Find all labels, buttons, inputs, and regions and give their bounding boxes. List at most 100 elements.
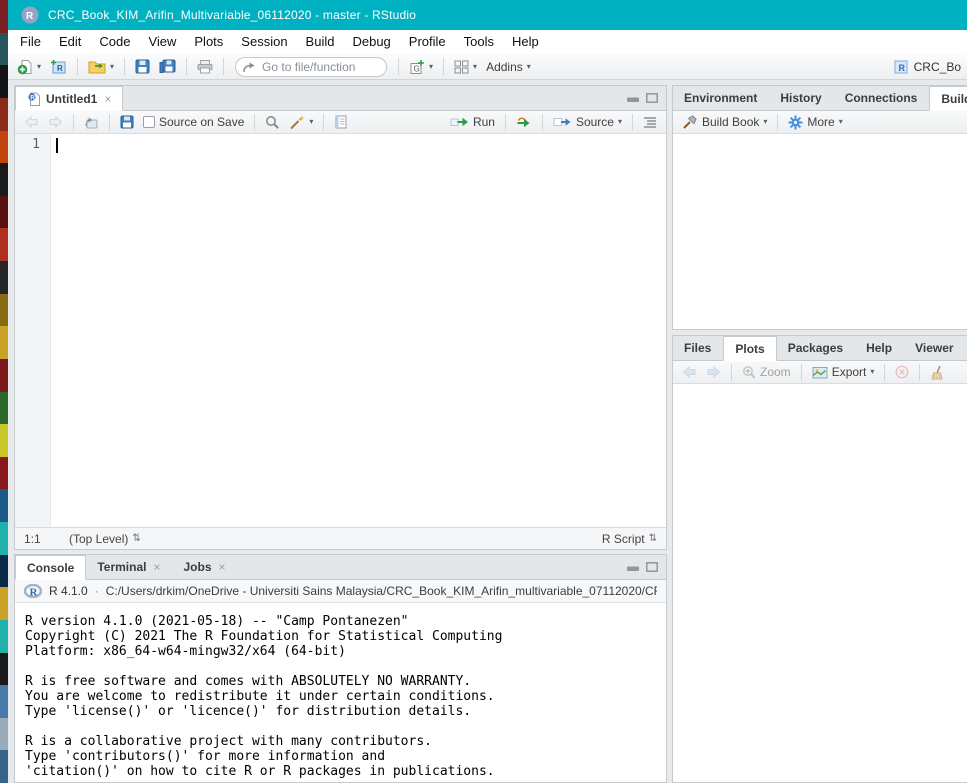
tab-jobs[interactable]: Jobs × xyxy=(172,555,237,579)
save-button[interactable] xyxy=(132,58,153,75)
console-line: R is free software and comes with ABSOLU… xyxy=(25,674,666,689)
toolbar-separator xyxy=(109,114,110,131)
editor-statusbar: 1:1 (Top Level) ⇅ R Script ⇅ xyxy=(15,527,666,549)
tab-connections[interactable]: Connections xyxy=(834,86,930,110)
menu-edit[interactable]: Edit xyxy=(50,30,90,54)
clear-all-plots-button[interactable] xyxy=(927,364,948,381)
addins-button[interactable]: Addins ▾ xyxy=(483,59,534,75)
back-arrow-icon xyxy=(24,116,39,128)
print-icon xyxy=(197,59,213,74)
menu-debug[interactable]: Debug xyxy=(343,30,399,54)
tab-files[interactable]: Files xyxy=(673,336,723,360)
code-tools-button[interactable]: ▾ xyxy=(286,114,316,131)
workspace-panes-button[interactable]: ▾ xyxy=(451,59,480,75)
menu-tools[interactable]: Tools xyxy=(455,30,503,54)
menu-view[interactable]: View xyxy=(139,30,185,54)
tab-environment[interactable]: Environment xyxy=(673,86,769,110)
source-on-save-label: Source on Save xyxy=(159,115,244,129)
document-outline-button[interactable] xyxy=(640,115,660,129)
tab-close-icon[interactable]: × xyxy=(153,560,160,574)
console-line: R version 4.1.0 (2021-05-18) -- "Camp Po… xyxy=(25,614,666,629)
goto-file-input[interactable] xyxy=(235,57,387,77)
menu-file[interactable]: File xyxy=(11,30,50,54)
toolbar-separator xyxy=(73,114,74,131)
file-type-selector[interactable]: R Script ⇅ xyxy=(602,532,657,546)
build-book-button[interactable]: Build Book ▾ xyxy=(679,114,770,130)
minimize-pane-icon[interactable] xyxy=(627,562,639,572)
tab-terminal[interactable]: Terminal × xyxy=(86,555,172,579)
tab-plots-label: Plots xyxy=(735,342,764,356)
git-icon: G xyxy=(409,59,425,75)
zoom-plot-button[interactable]: Zoom xyxy=(739,364,794,380)
run-button[interactable]: Run xyxy=(447,114,498,130)
open-file-button[interactable]: ▾ xyxy=(85,58,117,75)
new-project-button[interactable]: R xyxy=(47,58,70,76)
tab-build[interactable]: Build xyxy=(929,86,967,111)
editor-body[interactable]: 1 xyxy=(15,134,666,527)
new-file-button[interactable]: ▾ xyxy=(14,58,44,76)
console-line: Copyright (C) 2021 The R Foundation for … xyxy=(25,629,666,644)
rerun-button[interactable] xyxy=(513,115,535,129)
nav-back-button[interactable] xyxy=(21,115,42,129)
plot-forward-button[interactable] xyxy=(703,365,724,379)
menu-plots[interactable]: Plots xyxy=(185,30,232,54)
svg-text:G: G xyxy=(414,64,420,73)
version-control-button[interactable]: G ▾ xyxy=(406,58,436,76)
tab-plots[interactable]: Plots xyxy=(723,336,776,361)
menu-build[interactable]: Build xyxy=(297,30,344,54)
compile-report-button[interactable] xyxy=(331,114,351,130)
hammer-icon xyxy=(682,115,698,129)
tab-history[interactable]: History xyxy=(769,86,833,110)
show-in-new-window-button[interactable] xyxy=(81,115,102,130)
project-menu-button[interactable]: R CRC_Bo xyxy=(893,59,961,75)
menu-code[interactable]: Code xyxy=(90,30,139,54)
workspace: R Untitled1 × xyxy=(8,80,967,783)
tab-history-label: History xyxy=(780,91,821,105)
addins-caret: ▾ xyxy=(527,63,531,71)
source-button[interactable]: Source ▾ xyxy=(550,114,625,130)
tab-packages[interactable]: Packages xyxy=(777,336,855,360)
tab-untitled1[interactable]: R Untitled1 × xyxy=(15,86,123,111)
menu-session[interactable]: Session xyxy=(232,30,296,54)
console-pane-window-buttons xyxy=(627,555,666,579)
export-plot-button[interactable]: Export ▾ xyxy=(809,364,878,380)
tab-console[interactable]: Console xyxy=(15,555,86,580)
source-on-save-checkbox[interactable] xyxy=(143,116,155,128)
project-cube-icon: R xyxy=(893,59,909,75)
window-title: CRC_Book_KIM_Arifin_Multivariable_061120… xyxy=(48,8,416,22)
toolbar-separator xyxy=(884,364,885,381)
scope-selector[interactable]: (Top Level) ⇅ xyxy=(66,531,144,547)
svg-text:R: R xyxy=(30,94,35,101)
toolbar-separator xyxy=(542,114,543,131)
tab-help[interactable]: Help xyxy=(855,336,904,360)
menu-profile[interactable]: Profile xyxy=(400,30,455,54)
build-book-label: Build Book xyxy=(702,115,759,129)
console-output[interactable]: R version 4.1.0 (2021-05-18) -- "Camp Po… xyxy=(15,603,666,782)
zoom-label: Zoom xyxy=(760,365,791,379)
save-source-button[interactable] xyxy=(117,114,137,130)
editor-text-area[interactable] xyxy=(51,134,666,527)
build-toolbar: Build Book ▾ More ▾ xyxy=(673,111,967,134)
r-version-label[interactable]: R 4.1.0 xyxy=(49,584,88,598)
remove-plot-button[interactable] xyxy=(892,364,912,380)
r-script-doc-icon: R xyxy=(27,92,41,106)
source-caret: ▾ xyxy=(618,118,622,126)
print-button[interactable] xyxy=(194,58,216,75)
nav-forward-button[interactable] xyxy=(45,115,66,129)
maximize-pane-icon[interactable] xyxy=(646,562,658,572)
menu-help[interactable]: Help xyxy=(503,30,548,54)
svg-text:R: R xyxy=(30,587,39,599)
plot-back-button[interactable] xyxy=(679,365,700,379)
find-replace-button[interactable] xyxy=(262,114,283,131)
new-file-icon xyxy=(17,59,33,75)
maximize-pane-icon[interactable] xyxy=(646,93,658,103)
tab-close-icon[interactable]: × xyxy=(219,560,226,574)
console-line: You are welcome to redistribute it under… xyxy=(25,689,666,704)
minimize-pane-icon[interactable] xyxy=(627,93,639,103)
tab-viewer[interactable]: Viewer xyxy=(904,336,965,360)
save-all-button[interactable] xyxy=(156,58,179,75)
toolbar-separator xyxy=(505,114,506,131)
source-on-save-toggle[interactable]: Source on Save xyxy=(140,114,247,130)
tab-close-icon[interactable]: × xyxy=(104,92,111,106)
more-button[interactable]: More ▾ xyxy=(785,114,845,131)
